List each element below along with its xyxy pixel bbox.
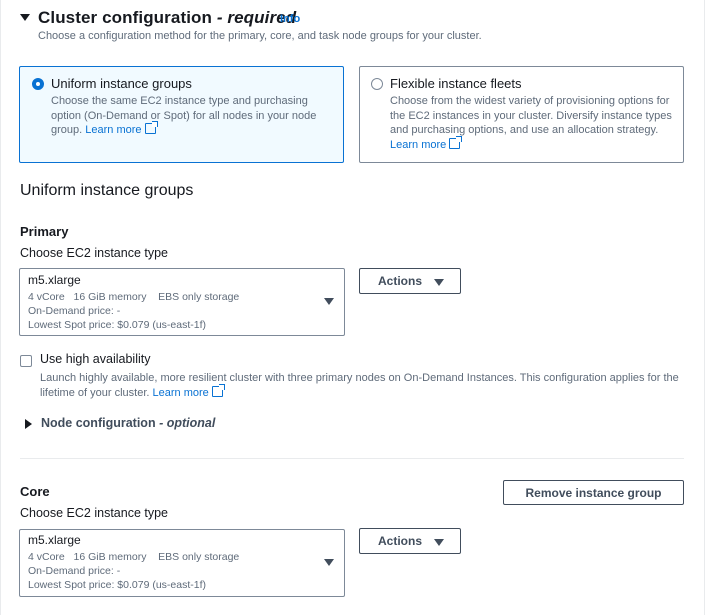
- high-availability-desc-line2: lifetime of your cluster. Learn more: [40, 384, 225, 399]
- external-link-icon: [211, 384, 225, 397]
- primary-memory: 16 GiB memory: [73, 291, 147, 303]
- primary-actions-label: Actions: [378, 274, 423, 288]
- node-config-label: Node configuration: [41, 416, 156, 430]
- primary-vcore: 4 vCore: [28, 291, 65, 303]
- primary-storage: EBS only storage: [158, 291, 240, 303]
- actions-caret-icon: [434, 279, 444, 286]
- section-description: Choose a configuration method for the pr…: [38, 30, 482, 42]
- external-link-icon: [144, 121, 158, 134]
- section-title-text: Cluster configuration: [38, 8, 212, 27]
- core-select-caret-icon: [324, 559, 334, 566]
- primary-heading: Primary: [20, 224, 69, 239]
- section-divider: [20, 458, 684, 459]
- core-storage: EBS only storage: [158, 551, 240, 563]
- primary-actions-button[interactable]: Actions: [359, 268, 461, 294]
- node-config-expand-icon[interactable]: [25, 419, 32, 429]
- ha-desc-text: lifetime of your cluster.: [40, 387, 150, 399]
- option-flexible-desc-text: Choose from the widest variety of provis…: [390, 95, 672, 136]
- actions-caret-icon: [434, 539, 444, 546]
- option-flexible-title: Flexible instance fleets: [390, 76, 522, 91]
- collapse-caret-icon[interactable]: [20, 14, 30, 21]
- core-ondemand-price: On-Demand price: -: [28, 565, 121, 577]
- learn-more-link-ha[interactable]: Learn more: [153, 387, 209, 399]
- info-link[interactable]: Info: [280, 13, 300, 25]
- section-title: Cluster configuration - required: [38, 8, 296, 28]
- learn-more-link-flexible[interactable]: Learn more: [390, 139, 446, 151]
- node-configuration-toggle[interactable]: Node configuration - optional: [41, 416, 215, 430]
- core-instance-name: m5.xlarge: [28, 533, 81, 547]
- core-actions-label: Actions: [378, 534, 423, 548]
- primary-select-caret-icon: [324, 298, 334, 305]
- primary-ondemand-price: On-Demand price: -: [28, 305, 121, 317]
- core-heading: Core: [20, 484, 50, 499]
- primary-field-label: Choose EC2 instance type: [20, 246, 169, 260]
- high-availability-desc-line1: Launch highly available, more resilient …: [40, 372, 679, 384]
- radio-uniform[interactable]: [32, 78, 44, 90]
- core-vcore: 4 vCore: [28, 551, 65, 563]
- option-uniform-description: Choose the same EC2 instance type and pu…: [51, 94, 331, 138]
- primary-instance-specs: 4 vCore 16 GiB memory EBS only storage: [28, 290, 239, 304]
- core-field-label: Choose EC2 instance type: [20, 506, 169, 520]
- external-link-icon: [449, 135, 463, 149]
- learn-more-link-uniform[interactable]: Learn more: [85, 124, 141, 136]
- high-availability-label[interactable]: Use high availability: [40, 352, 150, 366]
- primary-spot-price: Lowest Spot price: $0.079 (us-east-1f): [28, 319, 207, 331]
- high-availability-checkbox[interactable]: [20, 355, 32, 367]
- core-instance-specs: 4 vCore 16 GiB memory EBS only storage: [28, 550, 239, 564]
- core-memory: 16 GiB memory: [73, 551, 147, 563]
- core-actions-button[interactable]: Actions: [359, 528, 461, 554]
- option-uniform-title: Uniform instance groups: [51, 76, 192, 91]
- core-spot-price: Lowest Spot price: $0.079 (us-east-1f): [28, 579, 207, 591]
- remove-instance-group-label: Remove instance group: [525, 486, 662, 500]
- option-flexible-description: Choose from the widest variety of provis…: [390, 94, 675, 152]
- remove-instance-group-button[interactable]: Remove instance group: [503, 480, 684, 505]
- uniform-groups-heading: Uniform instance groups: [20, 182, 194, 199]
- primary-instance-name: m5.xlarge: [28, 273, 81, 287]
- radio-flexible[interactable]: [371, 78, 383, 90]
- node-config-optional: - optional: [159, 416, 216, 430]
